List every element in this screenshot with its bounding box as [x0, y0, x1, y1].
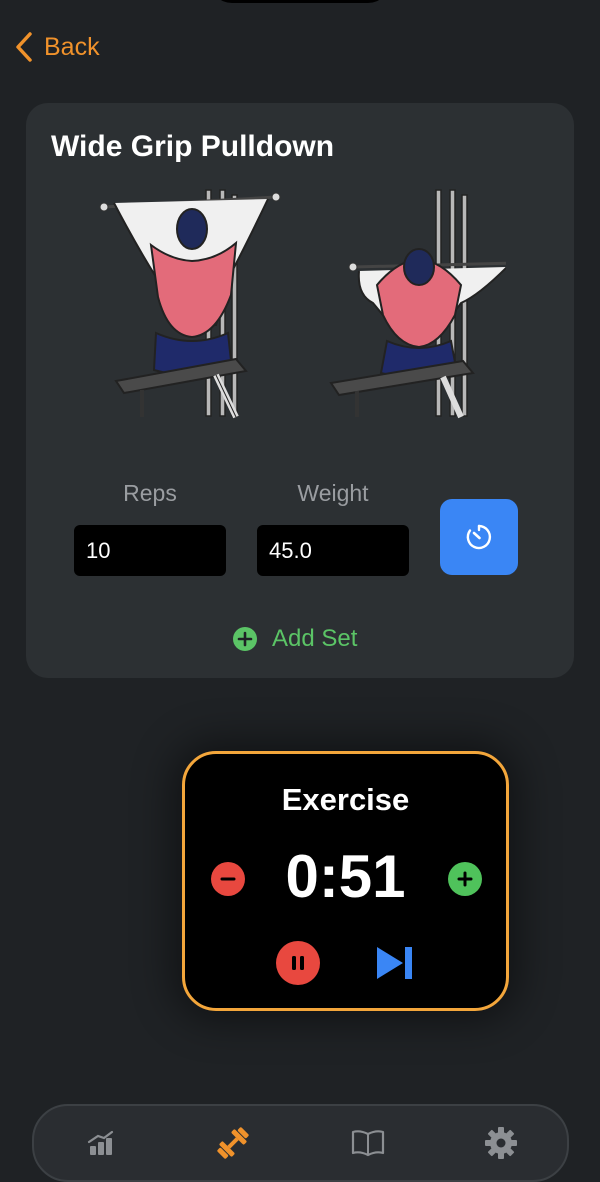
exercise-timer: Exercise 0:51 [182, 751, 509, 1011]
back-label: Back [44, 32, 100, 61]
plus-icon [457, 871, 473, 887]
tab-progress[interactable] [78, 1120, 124, 1166]
weight-label: Weight [297, 480, 369, 506]
add-set-button[interactable]: Add Set [232, 623, 357, 655]
add-set-label: Add Set [272, 625, 358, 652]
reps-label: Reps [123, 480, 177, 506]
plus-circle-icon [233, 627, 257, 651]
increase-time-button[interactable] [448, 862, 482, 896]
tab-library[interactable] [345, 1120, 391, 1166]
skip-forward-icon [377, 947, 412, 979]
tab-workout[interactable] [210, 1120, 256, 1166]
dumbbell-icon [217, 1127, 249, 1159]
tab-settings[interactable] [478, 1120, 524, 1166]
gear-icon [485, 1127, 517, 1159]
exercise-card: Wide Grip Pulldown Reps Weight 10 45.0 A… [26, 103, 574, 678]
rest-timer-button[interactable] [440, 499, 518, 575]
chevron-left-icon [16, 32, 32, 62]
exercise-title: Wide Grip Pulldown [51, 130, 335, 163]
pause-button[interactable] [276, 941, 320, 985]
decrease-time-button[interactable] [211, 862, 245, 896]
exercise-illustration [99, 189, 506, 419]
minus-icon [220, 877, 236, 881]
weight-field[interactable]: 45.0 [257, 525, 409, 576]
back-button[interactable]: Back [14, 28, 100, 66]
timer-title: Exercise [281, 782, 410, 817]
skip-button[interactable] [375, 944, 415, 982]
device-notch [210, 0, 390, 3]
timer-icon [466, 524, 492, 550]
tab-bar [32, 1104, 569, 1182]
progress-chart-icon [87, 1130, 114, 1155]
pause-icon [292, 956, 304, 970]
reps-field[interactable]: 10 [74, 525, 226, 576]
book-icon [351, 1130, 385, 1157]
